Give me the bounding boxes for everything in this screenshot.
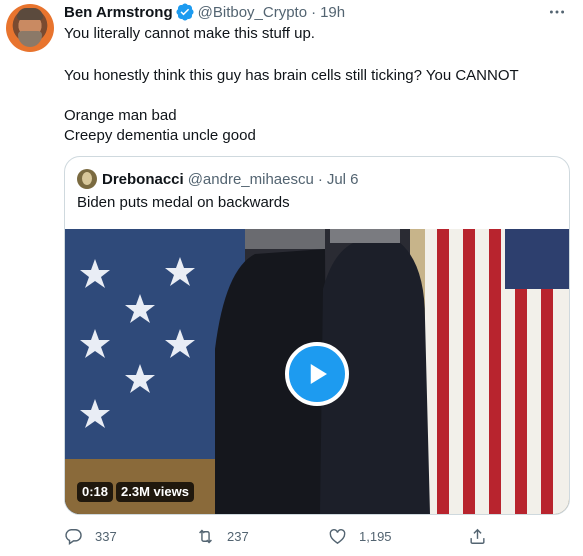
quoted-tweet-header: Drebonacci @andre_mihaescu · Jul 6: [77, 169, 359, 189]
tweet[interactable]: Ben Armstrong @Bitboy_Crypto · 19h You l…: [0, 0, 583, 556]
reply-count: 337: [95, 528, 117, 544]
video-player[interactable]: 0:18 2.3M views: [65, 229, 569, 514]
more-icon[interactable]: [547, 4, 567, 20]
share-icon: [470, 528, 485, 544]
author-name[interactable]: Ben Armstrong: [64, 4, 173, 21]
tweet-text-line: Creepy dementia uncle good: [64, 127, 256, 144]
quoted-author-avatar: [77, 169, 97, 189]
share-button[interactable]: [468, 524, 487, 548]
quoted-author-handle: @andre_mihaescu: [187, 170, 314, 188]
reply-button[interactable]: 337: [64, 524, 117, 548]
retweet-icon: [199, 529, 212, 543]
quoted-tweet[interactable]: Drebonacci @andre_mihaescu · Jul 6 Biden…: [64, 156, 570, 515]
like-button[interactable]: 1,195: [328, 524, 392, 548]
retweet-count: 237: [227, 528, 249, 544]
author-avatar[interactable]: [6, 4, 54, 52]
like-icon: [329, 528, 346, 544]
tweet-text-line: You literally cannot make this stuff up.: [64, 25, 315, 42]
video-views: 2.3M views: [116, 482, 194, 502]
reply-icon: [65, 528, 82, 545]
verified-badge-icon: [176, 3, 194, 21]
quoted-tweet-time: Jul 6: [326, 170, 359, 188]
play-button[interactable]: [285, 342, 349, 406]
tweet-actions: 337 237 1,195: [64, 524, 504, 548]
tweet-text-line: Orange man bad: [64, 107, 177, 124]
quoted-tweet-text: Biden puts medal on backwards: [77, 194, 290, 211]
header-separator: ·: [311, 3, 317, 21]
retweet-button[interactable]: 237: [196, 524, 249, 548]
like-count: 1,195: [359, 528, 392, 544]
play-icon: [310, 364, 327, 384]
video-duration: 0:18: [77, 482, 114, 502]
author-handle[interactable]: @Bitboy_Crypto: [198, 4, 307, 21]
quoted-header-separator: ·: [317, 170, 323, 188]
video-badges: 0:18 2.3M views: [77, 482, 194, 502]
quoted-author-name: Drebonacci: [102, 170, 184, 188]
tweet-text-line: You honestly think this guy has brain ce…: [64, 67, 519, 84]
tweet-header: Ben Armstrong @Bitboy_Crypto · 19h: [64, 2, 345, 22]
tweet-time[interactable]: 19h: [320, 4, 345, 21]
